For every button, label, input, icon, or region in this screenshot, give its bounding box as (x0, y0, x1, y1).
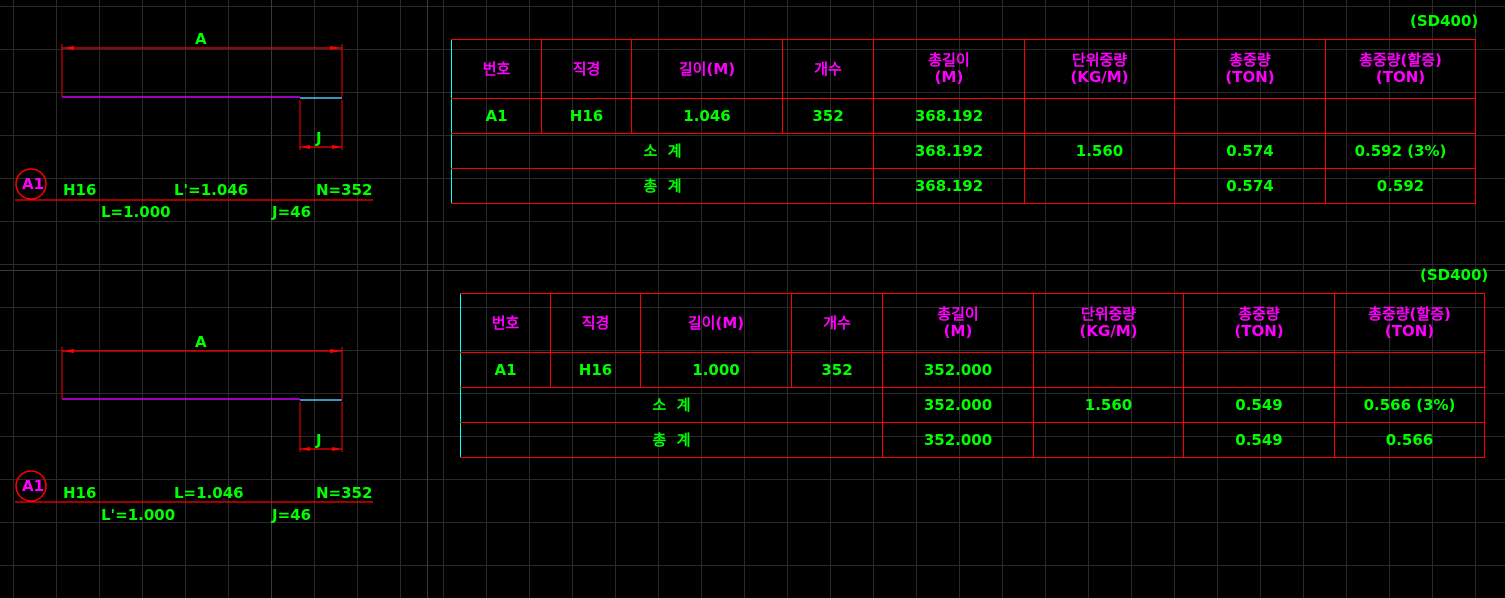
bar-mark: A1 (22, 175, 45, 193)
subtotal-unit-weight: 1.560 (1033, 387, 1184, 423)
bar-count: N=352 (316, 181, 373, 199)
table-row: A1 H16 1.000 352 352.000 (460, 352, 1485, 388)
grade-label: (SD400) (1420, 266, 1489, 284)
col-header-unit-weight: 단위중량 (KG/M) (1024, 39, 1175, 99)
col-header-count: 개수 (791, 293, 883, 353)
cell-total-weight (1174, 98, 1326, 134)
col-header-total-length: 총길이 (M) (873, 39, 1025, 99)
col-header-total-length: 총길이 (M) (882, 293, 1034, 353)
bar-j: J=46 (272, 203, 312, 221)
col-header-total-weight-extra: 총중량(할증) (TON) (1334, 293, 1485, 353)
subtotal-unit-weight: 1.560 (1024, 133, 1175, 169)
cell-length: 1.000 (640, 352, 792, 388)
bar-j: J=46 (272, 506, 312, 524)
bar-mark: A1 (22, 477, 45, 495)
grade-label: (SD400) (1410, 12, 1479, 30)
cell-no: A1 (451, 98, 542, 134)
bar-count: N=352 (316, 484, 373, 502)
col-header-length: 길이(M) (640, 293, 792, 353)
subtotal-total-length: 352.000 (882, 387, 1034, 423)
cell-diameter: H16 (550, 352, 641, 388)
total-label: 총 계 (460, 422, 883, 458)
col-header-length: 길이(M) (631, 39, 783, 99)
table-header-row: 번호 직경 길이(M) 개수 총길이 (M) 단위중량 (KG/M) 총중량 (… (451, 39, 1476, 99)
dim-a-label: A (195, 333, 207, 351)
col-header-total-weight: 총중량 (TON) (1183, 293, 1335, 353)
bar-diameter: H16 (63, 181, 97, 199)
subtotal-label: 소 계 (451, 133, 874, 169)
total-total-weight: 0.549 (1183, 422, 1335, 458)
cell-count: 352 (782, 98, 874, 134)
cell-count: 352 (791, 352, 883, 388)
total-row: 총 계 368.192 0.574 0.592 (451, 168, 1476, 204)
total-unit-weight (1033, 422, 1184, 458)
subtotal-total-weight-extra: 0.566 (3%) (1334, 387, 1485, 423)
cell-total-weight-extra (1325, 98, 1476, 134)
cell-total-weight-extra (1334, 352, 1485, 388)
total-total-weight-extra: 0.566 (1334, 422, 1485, 458)
total-total-weight-extra: 0.592 (1325, 168, 1476, 204)
col-header-total-weight: 총중량 (TON) (1174, 39, 1326, 99)
cell-total-length: 368.192 (873, 98, 1025, 134)
subtotal-total-weight-extra: 0.592 (3%) (1325, 133, 1476, 169)
col-header-no: 번호 (460, 293, 551, 353)
subtotal-label: 소 계 (460, 387, 883, 423)
total-unit-weight (1024, 168, 1175, 204)
cell-unit-weight (1033, 352, 1184, 388)
col-header-unit-weight: 단위중량 (KG/M) (1033, 293, 1184, 353)
bar-length-b: L'=1.000 (101, 506, 176, 524)
col-header-count: 개수 (782, 39, 874, 99)
bar-diameter: H16 (63, 484, 97, 502)
bar-length-b: L=1.000 (101, 203, 171, 221)
subtotal-row: 소 계 368.192 1.560 0.574 0.592 (3%) (451, 133, 1476, 169)
cell-diameter: H16 (541, 98, 632, 134)
bar-length-a: L=1.046 (174, 484, 244, 502)
bar-drawing-1 (15, 44, 373, 503)
bar-length-a: L'=1.046 (174, 181, 249, 199)
total-label: 총 계 (451, 168, 874, 204)
dim-j-label: J (316, 129, 322, 147)
col-header-diameter: 직경 (550, 293, 641, 353)
cell-total-length: 352.000 (882, 352, 1034, 388)
col-header-diameter: 직경 (541, 39, 632, 99)
total-row: 총 계 352.000 0.549 0.566 (460, 422, 1485, 458)
table-header-row: 번호 직경 길이(M) 개수 총길이 (M) 단위중량 (KG/M) 총중량 (… (460, 293, 1485, 353)
rebar-schedule-table: 번호 직경 길이(M) 개수 총길이 (M) 단위중량 (KG/M) 총중량 (… (451, 39, 1476, 204)
total-total-weight: 0.574 (1174, 168, 1326, 204)
dim-j-label: J (316, 431, 322, 449)
col-header-no: 번호 (451, 39, 542, 99)
total-total-length: 352.000 (882, 422, 1034, 458)
rebar-schedule-table: 번호 직경 길이(M) 개수 총길이 (M) 단위중량 (KG/M) 총중량 (… (460, 293, 1485, 458)
subtotal-total-weight: 0.574 (1174, 133, 1326, 169)
cell-no: A1 (460, 352, 551, 388)
dim-a-label: A (195, 30, 207, 48)
col-header-total-weight-extra: 총중량(할증) (TON) (1325, 39, 1476, 99)
total-total-length: 368.192 (873, 168, 1025, 204)
table-row: A1 H16 1.046 352 368.192 (451, 98, 1476, 134)
cell-length: 1.046 (631, 98, 783, 134)
cell-unit-weight (1024, 98, 1175, 134)
subtotal-total-weight: 0.549 (1183, 387, 1335, 423)
subtotal-row: 소 계 352.000 1.560 0.549 0.566 (3%) (460, 387, 1485, 423)
cell-total-weight (1183, 352, 1335, 388)
subtotal-total-length: 368.192 (873, 133, 1025, 169)
